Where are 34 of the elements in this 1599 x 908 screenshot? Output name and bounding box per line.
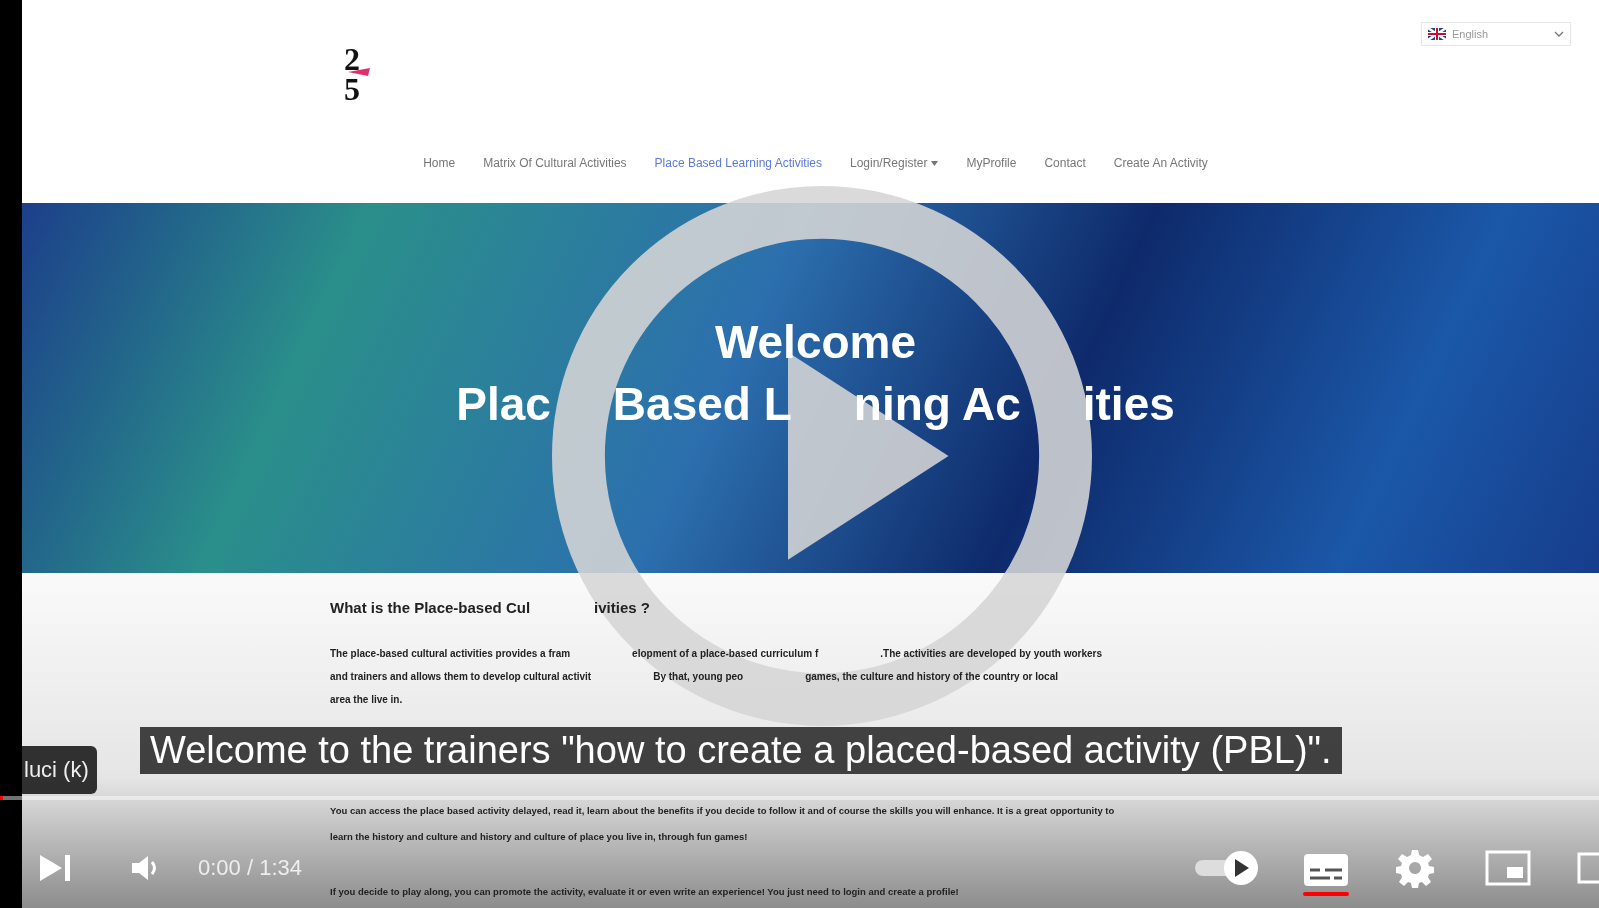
banner-heading: ning Ac — [853, 377, 1021, 431]
tooltip: luci (k) — [22, 746, 97, 794]
paragraph-text: elopment of a place-based curriculum f — [632, 647, 819, 661]
settings-button[interactable] — [1395, 848, 1435, 888]
language-select[interactable]: English — [1421, 22, 1571, 46]
flag-icon — [1428, 28, 1446, 40]
paragraph-text: area the live in. — [330, 693, 403, 707]
paragraph-text: By that, young peo — [653, 670, 744, 684]
paragraph-text: You can access the place based activity delayed, read it, learn about the benefits if you decide to follow it and of course the skills you will enhance. It is a great opportunity to — [330, 804, 1115, 818]
nav-link[interactable]: Matrix Of Cultural Activities — [483, 156, 627, 170]
paragraph-text: .The activities are developed by youth workers — [880, 647, 1102, 661]
paragraph-text: and trainers and allows them to develop cultural activit — [330, 670, 592, 684]
chevron-down-icon — [1554, 31, 1564, 37]
subtitles-button[interactable] — [1303, 852, 1349, 896]
banner-heading: ities — [1082, 377, 1175, 431]
subtitle-caption: Welcome to the trainers "how to create a placed-based activity (PBL)". — [140, 727, 1342, 774]
nav-link[interactable]: MyProfile — [966, 156, 1017, 170]
time-display: 0:00 / 1:34 — [198, 855, 302, 881]
nav-link[interactable]: Create An Activity — [1113, 156, 1208, 170]
paragraph-text: games, the culture and history of the country or local — [805, 670, 1058, 684]
paragraph-text: learn the history and culture and history and culture of place you live in, through fun games! — [330, 830, 748, 844]
nav-link[interactable]: Contact — [1044, 156, 1086, 170]
miniplayer-button[interactable] — [1485, 850, 1531, 886]
nav-link[interactable]: Login/Register — [850, 156, 939, 170]
caret-icon — [931, 160, 939, 166]
paragraph-text: The place-based cultural activities provides a fram — [330, 647, 571, 661]
banner-heading: Plac — [456, 377, 551, 431]
section-heading: What is the Place-based Cul — [330, 599, 531, 616]
next-button[interactable] — [38, 853, 72, 883]
section-heading: ivities ? — [594, 599, 650, 616]
banner-heading: Welcome — [714, 315, 917, 369]
nav-link[interactable]: Home — [423, 156, 456, 170]
paragraph-text: If you decide to play along, you can promote the activity, evaluate it or even write an experience! You just need to login and create a profile! — [330, 885, 959, 899]
nav-link[interactable]: Place Based Learning Activities — [654, 156, 822, 170]
